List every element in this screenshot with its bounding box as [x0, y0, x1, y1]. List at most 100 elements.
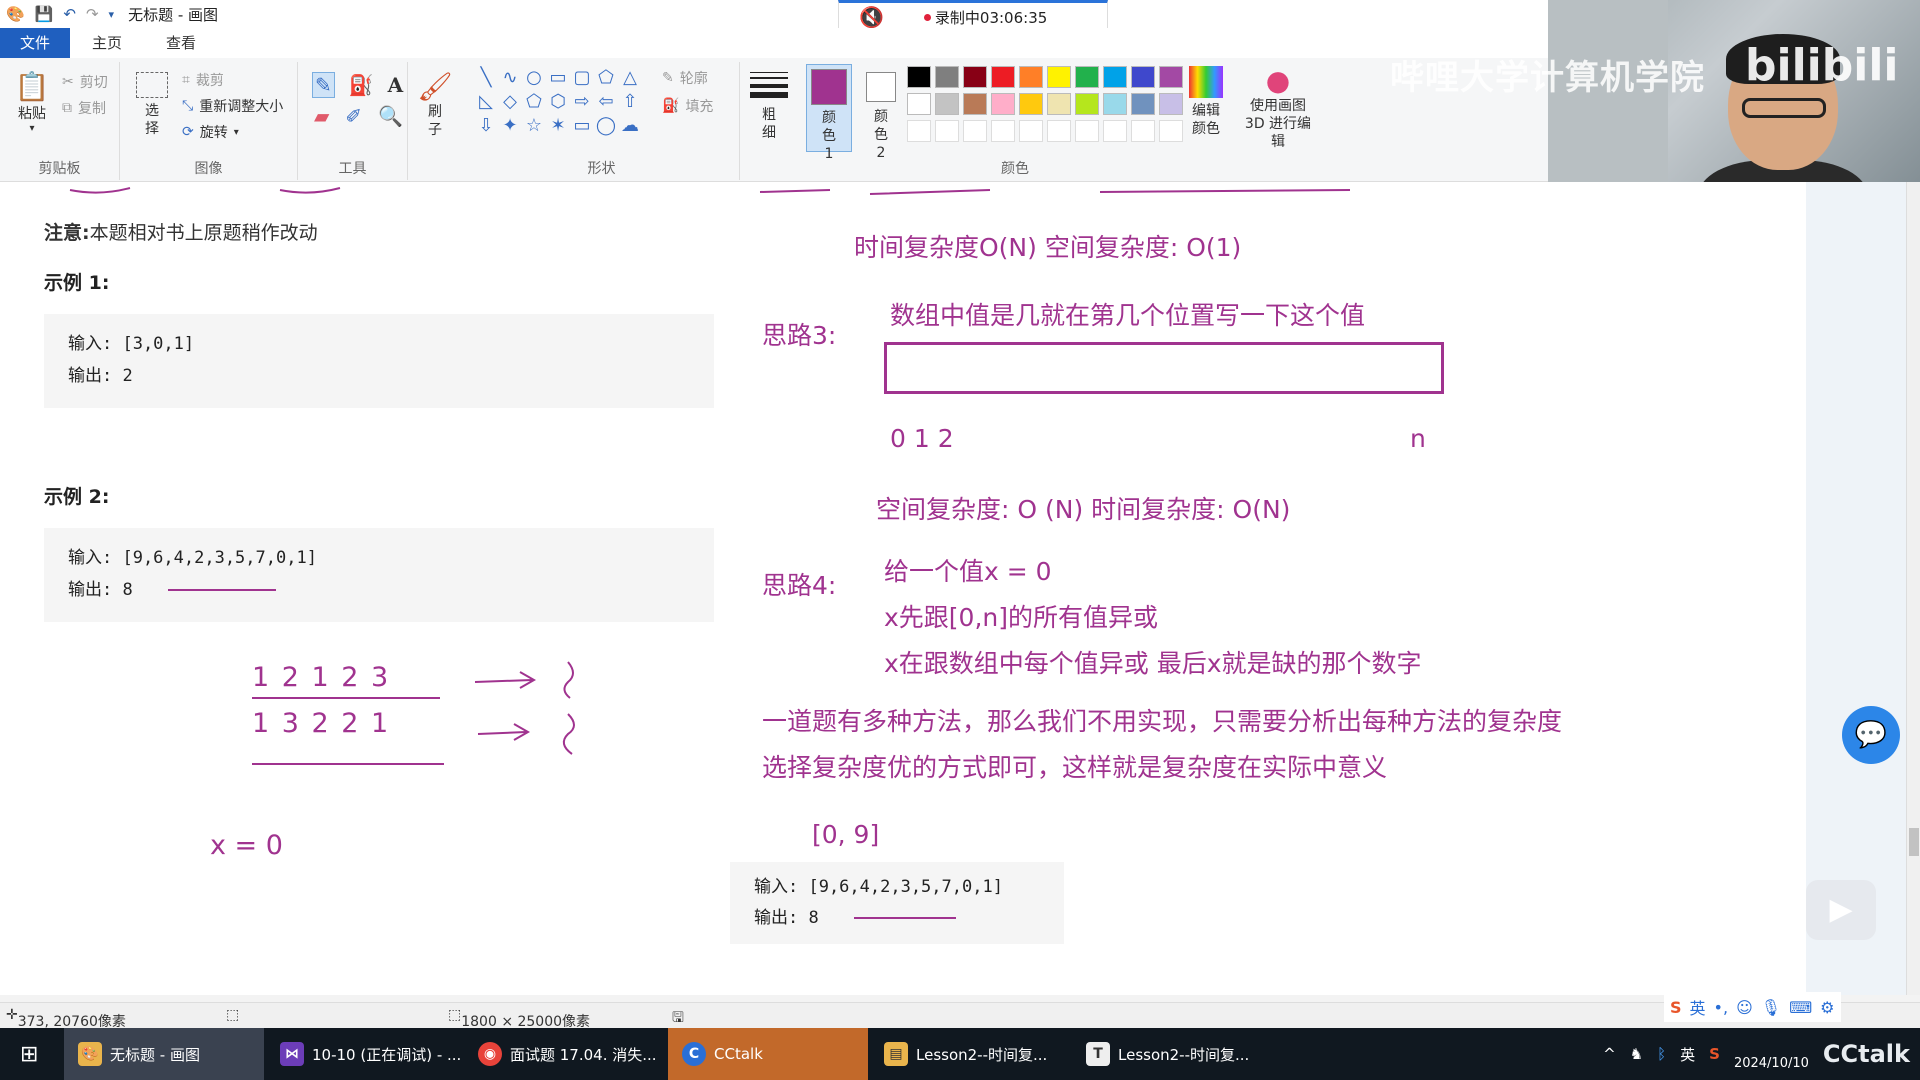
select-button[interactable]: 选择 — [134, 72, 170, 138]
paint-icon: 🎨 — [78, 1042, 102, 1066]
crop-button[interactable]: ⌗ 裁剪 — [182, 70, 224, 90]
customize-chevron-icon[interactable]: ▾ — [109, 8, 115, 21]
tab-file[interactable]: 文件 — [0, 28, 71, 58]
keyboard-icon: ⌨ — [1789, 997, 1813, 1017]
example3-codebox: 输入: [9,6,4,2,3,5,7,0,1] 输出: 8 — [730, 862, 1064, 944]
xor-strokes — [252, 661, 575, 765]
windows-start-icon[interactable]: ⊞ — [0, 1028, 62, 1080]
complexity-line-1: 时间复杂度O(N) 空间复杂度: O(1) — [854, 233, 1242, 262]
recording-dot-icon — [923, 13, 931, 21]
ribbon-tabs: 文件 主页 查看 — [0, 28, 1548, 58]
idea3-array-box — [884, 342, 1444, 394]
colors-group-label: 颜色 — [1001, 161, 1029, 177]
ime-indicator[interactable]: 英 — [1680, 1044, 1695, 1065]
copy-icon: ⧉ — [62, 100, 72, 116]
cursor-position: ✛ 373, 20760像素 — [6, 1007, 126, 1030]
rotate-button[interactable]: ⟳ 旋转 ▾ — [182, 122, 239, 142]
summary-line-1: 一道题有多种方法，那么我们不用实现，只需要分析出每种方法的复杂度 — [762, 707, 1563, 736]
brushes-group: 🖌 刷子 — [408, 62, 464, 180]
fill-icon[interactable]: ⛽ — [349, 73, 374, 97]
ime-toolbar[interactable]: S 英 •, ☺ 🎙 ⌨ ⚙ — [1664, 992, 1841, 1022]
tab-view[interactable]: 查看 — [144, 28, 218, 58]
idea4-line-1: 给一个值x = 0 — [884, 557, 1052, 586]
cut-button[interactable]: ✂ 剪切 — [62, 72, 108, 92]
outline-icon: ✎ — [662, 70, 674, 86]
cctalk-brand-logo: CCtalk — [1822, 1040, 1910, 1068]
bilibili-logo: bilibili — [1745, 40, 1899, 91]
paste-button[interactable]: 📋 粘贴 ▾ — [10, 70, 54, 134]
example2-input: 输入: [9,6,4,2,3,5,7,0,1] — [68, 548, 317, 568]
bluetooth-icon[interactable]: ᛒ — [1657, 1045, 1666, 1063]
redo-icon[interactable]: ↷ — [86, 5, 99, 23]
select-rect-icon — [136, 72, 168, 98]
example1-codebox: 输入: [3,0,1] 输出: 2 — [44, 314, 714, 408]
array-n-label: n — [1410, 424, 1426, 453]
paste-label: 粘贴 — [18, 106, 46, 122]
crop-icon: ⌗ — [182, 72, 190, 88]
title-bar: 🎨 💾 ↶ ↷ ▾ 无标题 - 画图 — [0, 0, 1548, 28]
text-icon[interactable]: A — [388, 73, 404, 97]
copy-button[interactable]: ⧉ 复制 — [62, 98, 106, 118]
punctuation-icon: •, — [1713, 997, 1729, 1017]
status-bar: ✛ 373, 20760像素 ⬚ ⬚ 1800 × 25000像素 🖫 — [0, 1002, 1920, 1030]
example3-underline — [854, 917, 956, 919]
range-label: [0, 9] — [812, 820, 880, 849]
pencil-icon[interactable]: ✎ — [312, 72, 335, 98]
taskbar-item-chrome[interactable]: ◉ 面试题 17.04. 消失... — [464, 1028, 666, 1080]
sogou-tray-icon[interactable]: S — [1709, 1045, 1720, 1063]
top-strokes — [69, 187, 1351, 195]
fill-bucket-icon: ⛽ — [662, 98, 680, 114]
example3-input: 输入: [9,6,4,2,3,5,7,0,1] — [754, 877, 1003, 897]
taskbar-item-cctalk[interactable]: C CCtalk — [668, 1028, 868, 1080]
complexity-line-3: 空间复杂度: O (N) 时间复杂度: O(N) — [876, 495, 1291, 524]
emoji-icon: ☺ — [1736, 997, 1753, 1017]
play-icon[interactable]: ▶ — [1806, 880, 1876, 940]
taskbar-item-paint[interactable]: 🎨 无标题 - 画图 — [64, 1028, 264, 1080]
cctalk-icon: C — [682, 1042, 706, 1066]
note-line: 注意:本题相对书上原题稍作改动 — [44, 222, 318, 244]
color-picker-icon[interactable]: ✐ — [345, 104, 362, 128]
undo-icon[interactable]: ↶ — [63, 5, 76, 23]
eraser-icon[interactable]: ▰ — [314, 104, 329, 128]
clock-date[interactable]: 2024/10/10 — [1734, 1038, 1809, 1071]
brushes-button[interactable]: 🖌 刷子 — [412, 70, 458, 139]
example2-underline — [168, 589, 276, 591]
quick-access-toolbar: 🎨 💾 ↶ ↷ ▾ — [0, 5, 114, 23]
example1-label: 示例 1: — [44, 272, 110, 294]
tab-home[interactable]: 主页 — [70, 28, 144, 58]
tray-app-icon[interactable]: ♞ — [1630, 1045, 1643, 1063]
canvas-size: ⬚ 1800 × 25000像素 — [448, 1007, 591, 1030]
taskbar-item-visual-studio[interactable]: ⋈ 10-10 (正在调试) - ... — [266, 1028, 462, 1080]
save-icon[interactable]: 💾 — [35, 5, 54, 23]
magnifier-icon[interactable]: 🔍 — [378, 104, 403, 128]
tray-chevron-icon[interactable]: ^ — [1603, 1045, 1616, 1063]
idea3-text: 数组中值是几就在第几个位置写一下这个值 — [890, 301, 1366, 330]
edit-colors-button[interactable]: 编辑颜色 — [1184, 64, 1228, 138]
taskbar-item-lesson2-b[interactable]: T Lesson2--时间复... — [1072, 1028, 1272, 1080]
example2-label: 示例 2: — [44, 486, 110, 508]
shapes-gallery[interactable]: ╲ ∿ ○ ▭ ▢ ⬠ △ ◺ ◇ ⬠ ⬡ ⇨ ⇦ ⇧ ⇩ ✦ ☆ ✶ ▭ ◯ ☁ — [474, 66, 642, 138]
tools-group-label: 工具 — [338, 161, 367, 177]
idea4-line-2: x先跟[0,n]的所有值异或 — [884, 603, 1158, 632]
summary-line-2: 选择复杂度优的方式即可，这样就是复杂度在实际中意义 — [762, 753, 1388, 782]
side-panel — [1806, 182, 1906, 995]
idea4-label: 思路4: — [762, 571, 837, 600]
example1-output: 输出: 2 — [68, 366, 133, 386]
taskbar-item-lesson2-a[interactable]: ▤ Lesson2--时间复... — [870, 1028, 1070, 1080]
chat-icon[interactable]: 💬 — [1842, 706, 1900, 764]
selection-icon: ⬚ — [226, 1007, 240, 1023]
chevron-down-icon: ▾ — [29, 123, 35, 134]
paint-app-icon: 🎨 — [6, 5, 25, 23]
resize-button[interactable]: ⤡ 重新调整大小 — [182, 96, 283, 116]
x-equals-zero: x = 0 — [210, 830, 283, 861]
outline-button[interactable]: ✎ 轮廓 — [662, 68, 708, 88]
mute-icon[interactable]: 🔇 — [859, 5, 884, 29]
window-title: 无标题 - 画图 — [128, 5, 219, 24]
scrollbar-thumb[interactable] — [1909, 828, 1919, 856]
vertical-scrollbar[interactable] — [1906, 182, 1920, 995]
folder-icon: ▤ — [884, 1042, 908, 1066]
fill-button[interactable]: ⛽ 填充 — [662, 96, 713, 116]
clipboard-group: 📋 粘贴 ▾ ✂ 剪切 ⧉ 复制 剪贴板 — [0, 62, 120, 180]
paste-icon: 📋 — [14, 70, 50, 103]
paint3d-button[interactable]: ● 使用画图 3D 进行编辑 — [1236, 64, 1320, 151]
